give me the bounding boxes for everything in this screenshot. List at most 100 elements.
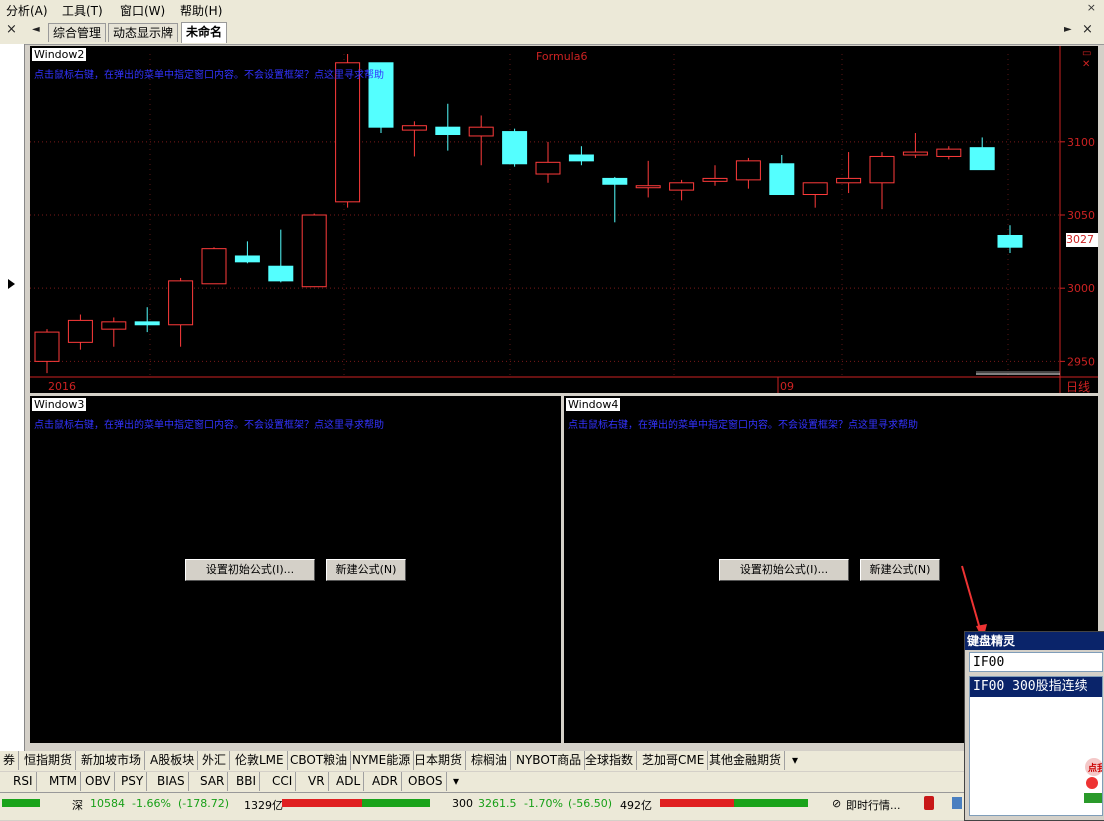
y-tick-label: 3000 (1067, 282, 1095, 295)
period-label[interactable]: 日线 (1066, 378, 1090, 395)
market-tab-5[interactable]: 伦敦LME (232, 751, 288, 770)
indicator-tab-6[interactable]: BBI (233, 772, 261, 791)
market-tab-6[interactable]: CBOT粮油 (287, 751, 352, 770)
network-icon[interactable] (952, 797, 962, 809)
menu-tools[interactable]: 工具(T) (62, 2, 103, 19)
hs-value: 3261.5 (478, 797, 517, 810)
hs-down-bar (734, 799, 808, 807)
close-icon[interactable]: × (6, 22, 17, 37)
keyboard-wizard-title[interactable]: 键盘精灵 (965, 632, 1104, 650)
market-tab-3[interactable]: A股板块 (147, 751, 199, 770)
candle (101, 317, 127, 347)
candle (997, 225, 1023, 254)
window3-panel[interactable]: Window3 点击鼠标右键，在弹出的菜单中指定窗口内容。不会设置框架？点这里寻… (30, 396, 561, 743)
indicator-tab-4[interactable]: BIAS (154, 772, 189, 791)
y-tick-label: 3050 (1067, 209, 1095, 222)
left-sidebar[interactable] (0, 44, 25, 760)
indicator-tabs-more-icon[interactable]: ▾ (450, 772, 462, 791)
candle-body-up (468, 126, 494, 137)
candle (435, 103, 461, 151)
tab-prev-icon[interactable]: ◄ (32, 24, 40, 35)
market-tab-4[interactable]: 外汇 (199, 751, 231, 770)
sz-value: 10584 (90, 797, 125, 810)
candle-body-up (101, 321, 127, 330)
candle (602, 176, 628, 223)
candle-body-up (735, 160, 761, 181)
formula-label: Formula6 (536, 50, 588, 63)
help-hint[interactable]: 点击鼠标右键，在弹出的菜单中指定窗口内容。不会设置框架？点这里寻求帮助 (568, 416, 918, 431)
candle (201, 247, 227, 285)
market-tab-13[interactable]: 其他金融期货 (706, 751, 786, 770)
window4-title: Window4 (566, 398, 621, 411)
help-hint[interactable]: 点击鼠标右键，在弹出的菜单中指定窗口内容。不会设置框架？点这里寻求帮助 (34, 66, 384, 81)
indicator-tab-5[interactable]: SAR (197, 772, 229, 791)
market-tabs-more-icon[interactable]: ▾ (789, 751, 801, 770)
close-icon[interactable]: × (1087, 1, 1096, 14)
market-tab-12[interactable]: 芝加哥CME (639, 751, 709, 770)
menu-help[interactable]: 帮助(H) (180, 2, 222, 19)
candle-body-up (535, 161, 561, 175)
indicator-tab-2[interactable]: OBV (82, 772, 115, 791)
indicator-tab-9[interactable]: ADL (333, 772, 365, 791)
tab-untitled[interactable]: 未命名 (181, 22, 228, 43)
window2-panel[interactable]: 2950 3000 3050 3100 Window2 Formula6 点击鼠标右键… (30, 46, 1098, 395)
sz-down-bar (362, 799, 430, 807)
candle (535, 141, 561, 183)
candle (635, 160, 661, 198)
market-tab-0[interactable]: 券 (0, 751, 20, 770)
new-formula-button[interactable]: 新建公式(N) (860, 559, 940, 581)
market-tab-7[interactable]: NYME能源 (349, 751, 415, 770)
menu-analysis[interactable]: 分析(A) (6, 2, 48, 19)
close-tab-icon[interactable]: × (1082, 22, 1093, 37)
menu-window[interactable]: 窗口(W) (120, 2, 165, 19)
hs-up-bar (660, 799, 734, 807)
keyboard-wizard[interactable]: 键盘精灵 IF00 IF00 300股指连续 点我 (964, 631, 1104, 821)
set-initial-formula-button[interactable]: 设置初始公式(I)... (719, 559, 849, 581)
market-tab-9[interactable]: 棕榈油 (468, 751, 512, 770)
x-label-month: 09 (780, 380, 794, 393)
candle-body-down (969, 147, 995, 171)
sidebar-scroll (8, 279, 15, 289)
help-hint[interactable]: 点击鼠标右键，在弹出的菜单中指定窗口内容。不会设置框架？点这里寻求帮助 (34, 416, 384, 431)
result-item[interactable]: IF00 300股指连续 (970, 677, 1102, 697)
keyboard-wizard-input[interactable]: IF00 (969, 652, 1103, 672)
candle (902, 133, 928, 158)
indicator-tab-1[interactable]: MTM (46, 772, 82, 791)
candle (702, 165, 728, 186)
tab-overview[interactable]: 综合管理 (48, 23, 107, 42)
candle-body-down (234, 255, 260, 263)
candle-body-up (669, 182, 695, 191)
market-tab-8[interactable]: 日本期货 (411, 751, 467, 770)
realtime-quotes-link[interactable]: 即时行情... (846, 797, 901, 813)
indicator-tab-11[interactable]: OBOS (405, 772, 447, 791)
chart-grid (30, 54, 1060, 376)
indicator-tab-0[interactable]: RSI (10, 772, 37, 791)
keyboard-wizard-results[interactable]: IF00 300股指连续 点我 (969, 676, 1103, 816)
set-initial-formula-button[interactable]: 设置初始公式(I)... (185, 559, 315, 581)
window-min-icon[interactable]: ▭ ✕ (1082, 48, 1098, 70)
candle-layer (34, 54, 1023, 374)
database-icon[interactable] (924, 796, 934, 810)
market-tab-10[interactable]: NYBOT商品 (513, 751, 586, 770)
indicator-tab-7[interactable]: CCI (269, 772, 297, 791)
tab-next-icon[interactable]: ► (1064, 24, 1072, 35)
candle (168, 277, 194, 347)
candle-body-down (134, 321, 160, 326)
indicator-tabs-row: RSI MTM OBV PSY BIAS SAR BBI CCI VR ADL ADR OBOS ▾ (0, 772, 964, 792)
y-tick-label: 3100 (1067, 136, 1095, 149)
market-tab-11[interactable]: 全球指数 (582, 751, 638, 770)
candle-body-down (268, 265, 294, 282)
indicator-tab-10[interactable]: ADR (369, 772, 402, 791)
new-formula-button[interactable]: 新建公式(N) (326, 559, 406, 581)
tab-dynamic-board[interactable]: 动态显示牌 (108, 23, 179, 42)
price-axis: 2950 3000 3050 3100 (30, 46, 1098, 393)
market-tab-2[interactable]: 新加坡市场 (78, 751, 146, 770)
ad-label[interactable]: 点我 (1088, 761, 1102, 774)
indicator-tab-8[interactable]: VR (305, 772, 329, 791)
market-tab-1[interactable]: 恒指期货 (21, 751, 77, 770)
indicator-tab-3[interactable]: PSY (118, 772, 148, 791)
sz-volume: 1329亿 (244, 799, 283, 812)
market-tabs-row: 券恒指期货 新加坡市场 A股板块 外汇 伦敦LME CBOT粮油 NYME能源 日本期货 棕榈油… (0, 751, 964, 771)
candlestick-chart: 2950 3000 3050 3100 (30, 46, 1098, 393)
candle-body-up (936, 148, 962, 157)
